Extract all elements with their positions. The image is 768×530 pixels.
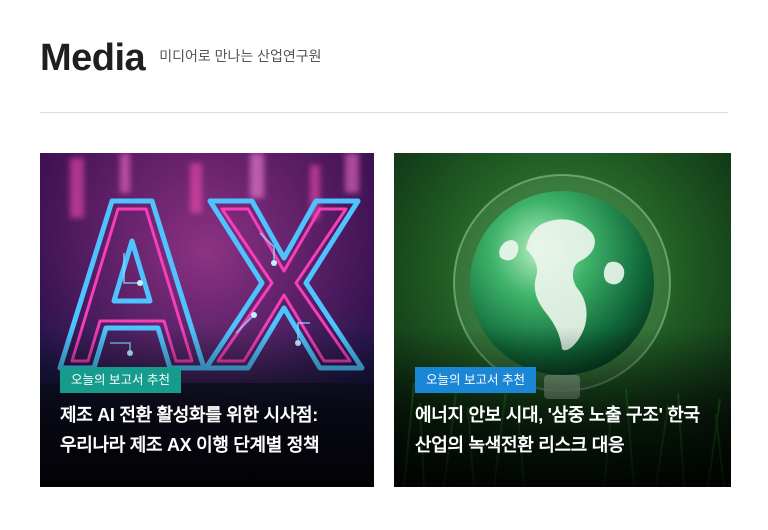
media-card-green-transition[interactable]: 오늘의 보고서 추천 에너지 안보 시대, '삼중 노출 구조' 한국 산업의 … (394, 153, 731, 487)
card-title-line: 산업의 녹색전환 리스크 대응 (415, 435, 625, 455)
card-title[interactable]: 제조 AI 전환 활성화를 위한 시사점: 우리나라 제조 AX 이행 단계별 … (60, 400, 360, 460)
card-title-line: 우리나라 제조 AX 이행 단계별 정책 (60, 435, 320, 455)
card-title[interactable]: 에너지 안보 시대, '삼중 노출 구조' 한국 산업의 녹색전환 리스크 대응 (415, 400, 717, 460)
recommend-badge: 오늘의 보고서 추천 (415, 367, 536, 393)
card-title-line: 제조 AI 전환 활성화를 위한 시사점: (60, 405, 318, 425)
section-subtitle: 미디어로 만나는 산업연구원 (159, 48, 322, 64)
card-title-line: 에너지 안보 시대, '삼중 노출 구조' 한국 (415, 405, 700, 425)
section-title: Media (40, 37, 146, 79)
section-header: Media 미디어로 만나는 산업연구원 (40, 38, 322, 78)
media-card-ax[interactable]: 오늘의 보고서 추천 제조 AI 전환 활성화를 위한 시사점: 우리나라 제조… (40, 153, 374, 487)
recommend-badge: 오늘의 보고서 추천 (60, 367, 181, 393)
header-divider (40, 112, 728, 113)
